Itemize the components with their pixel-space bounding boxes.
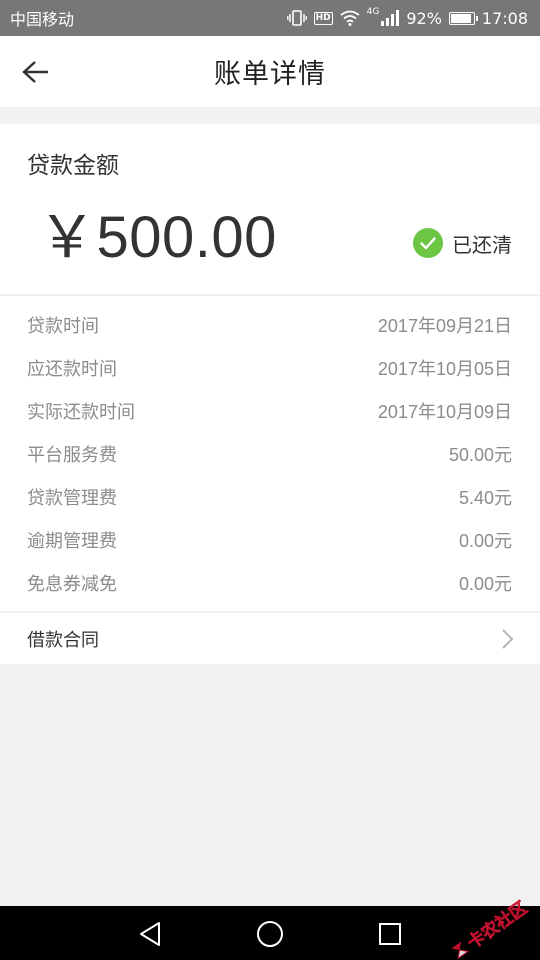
detail-row-coupon-deduction: 免息券减免 0.00元 [0, 561, 540, 604]
detail-row-due-date: 应还款时间 2017年10月05日 [0, 346, 540, 389]
detail-row-loan-date: 贷款时间 2017年09月21日 [0, 303, 540, 346]
circle-home-icon [256, 920, 284, 948]
arrow-left-icon [22, 60, 50, 84]
detail-row-actual-repayment-date: 实际还款时间 2017年10月09日 [0, 389, 540, 432]
detail-row-overdue-fee: 逾期管理费 0.00元 [0, 518, 540, 561]
system-navigation-bar: 卡农社区 [0, 898, 540, 960]
loan-amount-label: 贷款金额 [27, 153, 119, 179]
detail-value: 0.00元 [458, 573, 512, 594]
watermark-text: 卡农社区 [464, 898, 532, 954]
loan-contract-label: 借款合同 [27, 629, 99, 651]
vibrate-icon [286, 10, 307, 26]
status-badge: 已还清 [452, 232, 512, 257]
back-button[interactable] [18, 54, 54, 90]
loan-amount-card: 贷款金额 ￥500.00 已还清 [0, 124, 540, 294]
battery-icon [448, 11, 478, 25]
detail-row-management-fee: 贷款管理费 5.40元 [0, 475, 540, 518]
wifi-icon [340, 10, 360, 26]
detail-value: 2017年10月09日 [377, 401, 512, 422]
detail-label: 应还款时间 [27, 358, 117, 380]
detail-label: 平台服务费 [27, 444, 117, 466]
page-title: 账单详情 [214, 59, 326, 90]
detail-value: 50.00元 [448, 444, 512, 465]
detail-label: 贷款时间 [27, 315, 99, 337]
bill-detail-list: 贷款时间 2017年09月21日 应还款时间 2017年10月05日 实际还款时… [0, 295, 540, 611]
app-header: 账单详情 [0, 36, 540, 108]
detail-label: 实际还款时间 [27, 401, 135, 423]
network-type-label: 4G [366, 7, 380, 17]
nav-back-button[interactable] [134, 918, 166, 950]
detail-label: 逾期管理费 [27, 530, 117, 552]
chevron-right-icon [500, 628, 514, 650]
detail-value: 5.40元 [458, 487, 512, 508]
screen: 中国移动 HD 4G 92% 17:08 账单详情 贷款金额 ￥500.00 已… [0, 0, 540, 960]
check-circle-icon [413, 228, 443, 258]
clock: 17:08 [481, 8, 528, 28]
nav-recent-button[interactable] [374, 918, 406, 950]
loan-contract-row[interactable]: 借款合同 [0, 612, 540, 664]
carrier-label: 中国移动 [10, 10, 75, 29]
triangle-back-icon [138, 921, 162, 947]
square-recent-icon [378, 922, 402, 946]
detail-value: 2017年10月05日 [377, 358, 512, 379]
detail-value: 0.00元 [458, 530, 512, 551]
detail-value: 2017年09月21日 [377, 315, 512, 336]
signal-icon [381, 10, 400, 26]
status-icons: HD 4G 92% 17:08 [286, 7, 528, 28]
repayment-status: 已还清 [413, 228, 512, 258]
nav-home-button[interactable] [254, 918, 286, 950]
detail-label: 贷款管理费 [27, 487, 117, 509]
status-bar: 中国移动 HD 4G 92% 17:08 [0, 0, 540, 36]
battery-percent: 92% [406, 8, 442, 28]
forum-watermark: 卡农社区 [445, 894, 532, 960]
detail-row-service-fee: 平台服务费 50.00元 [0, 432, 540, 475]
loan-amount-value: ￥500.00 [38, 205, 277, 270]
hd-badge: HD [313, 11, 333, 25]
detail-label: 免息券减免 [27, 573, 117, 595]
